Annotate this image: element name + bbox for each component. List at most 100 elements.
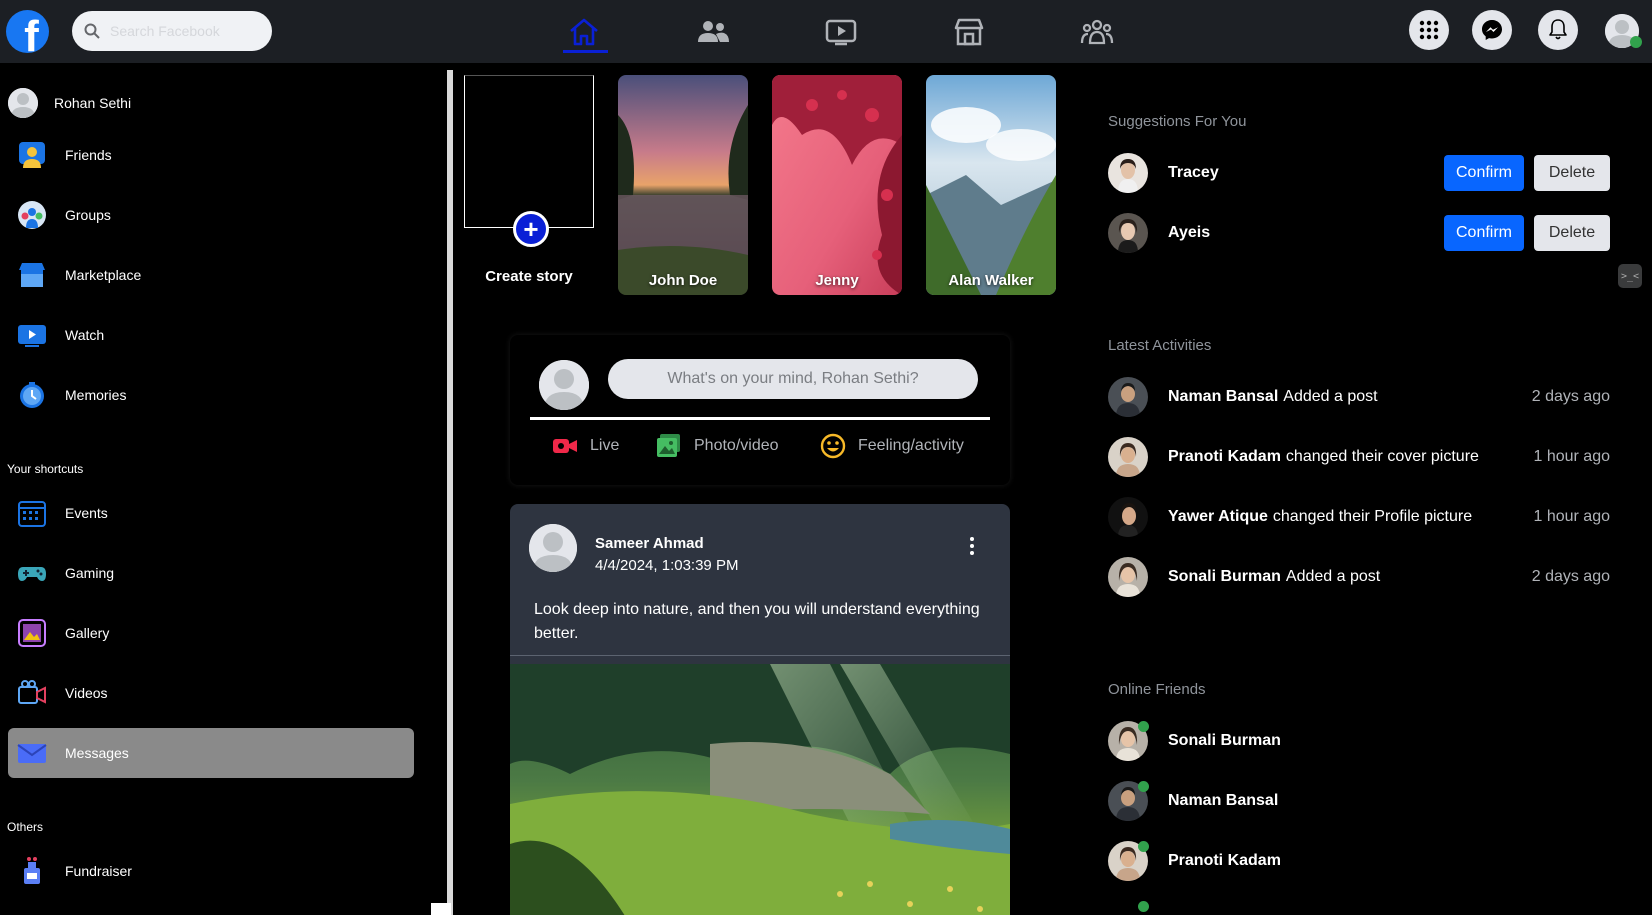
person-photo [1108,213,1148,253]
smiley-icon [820,433,846,459]
online-friend-row[interactable]: Naman Bansal [1108,781,1610,821]
post-author[interactable]: Sameer Ahmad [595,535,704,552]
sidebar-item-groups[interactable]: Groups [8,190,414,240]
sidebar-scrollbar-thumb[interactable] [431,903,451,915]
suggestion-name[interactable]: Tracey [1168,164,1219,182]
search-box[interactable] [72,11,272,51]
sidebar-item-watch[interactable]: Watch [8,310,414,360]
sidebar-item-messages[interactable]: Messages [8,728,414,778]
sidebar-item-gaming[interactable]: Gaming [8,548,414,598]
photo-video-button[interactable]: Photo/video [656,433,779,459]
photo-icon [657,434,680,457]
sidebar-scrollbar[interactable] [447,70,453,915]
confirm-button[interactable]: Confirm [1444,215,1524,251]
online-status-dot [1138,841,1149,852]
suggestions-heading: Suggestions For You [1108,113,1247,130]
messenger-button[interactable] [1472,10,1512,50]
activity-row[interactable]: Pranoti Kadam changed their cover pictur… [1108,437,1610,477]
avatar [1108,377,1148,417]
sidebar-item-label: Messages [65,745,129,761]
sidebar-item-marketplace[interactable]: Marketplace [8,250,414,300]
online-status-dot [1138,781,1149,792]
sidebar-item-events[interactable]: Events [8,488,414,538]
story-image [618,75,748,295]
action-label: Photo/video [694,437,779,454]
story-card[interactable]: Jenny [772,75,902,295]
story-author: Jenny [815,272,859,289]
activity-time: 2 days ago [1531,388,1610,405]
activity-row[interactable]: Sonali Burman Added a post 2 days ago [1108,557,1610,597]
search-icon [84,23,100,39]
sidebar-item-label: Groups [65,207,111,223]
feeling-activity-button[interactable]: Feeling/activity [820,433,964,459]
logo-letter: f [24,12,39,54]
sidebar-item-label: Gallery [65,625,110,641]
menu-button[interactable] [1409,10,1449,50]
sidebar-item-label: Fundraiser [65,863,132,879]
nav-marketplace[interactable] [949,14,989,50]
delete-button[interactable]: Delete [1534,215,1610,251]
groups-icon [1080,19,1114,45]
composer-divider [530,417,990,420]
live-video-button[interactable]: Live [552,433,619,459]
avatar [1108,557,1148,597]
search-input[interactable] [110,23,260,39]
gamepad-icon [16,557,48,589]
sidebar-item-label: Friends [65,147,112,163]
sidebar-item-label: Videos [65,685,108,701]
create-story-card[interactable]: + [464,75,594,295]
create-story-label: Create story [485,268,573,285]
story-card[interactable]: John Doe [618,75,748,295]
action-label: Live [590,437,620,454]
activity-row[interactable]: Yawer Atique changed their Profile pictu… [1108,497,1610,537]
post-timestamp: 4/4/2024, 1:03:39 PM [595,557,739,574]
sidebar-item-videos[interactable]: Videos [8,668,414,718]
story-author: John Doe [648,272,718,289]
video-camera-icon [16,677,48,709]
avatar[interactable] [1108,153,1148,193]
sidebar-item-label: Marketplace [65,267,142,283]
activity-name: Pranoti Kadam [1168,448,1281,465]
sidebar-item-memories[interactable]: Memories [8,370,414,420]
post-composer: What's on your mind, Rohan Sethi? Live P… [510,335,1010,485]
facebook-logo[interactable]: f [6,10,49,53]
avatar [1108,437,1148,477]
online-friend-row[interactable]: Sonali Burman [1108,721,1610,761]
nav-watch[interactable] [821,14,861,50]
online-friend-name: Sonali Burman [1168,732,1281,749]
default-avatar-icon [539,360,589,410]
live-video-icon [553,439,577,453]
nav-home[interactable] [564,14,604,50]
composer-input[interactable]: What's on your mind, Rohan Sethi? [608,359,978,399]
top-navigation-bar: f [0,0,1652,63]
person-photo [1108,497,1148,537]
more-options-icon[interactable] [962,534,982,558]
confirm-button[interactable]: Confirm [1444,155,1524,191]
floating-widget-icon[interactable]: >_< [1618,264,1642,288]
activity-row[interactable]: Naman Bansal Added a post 2 days ago [1108,377,1610,417]
notifications-button[interactable] [1538,10,1578,50]
sidebar-item-label: Gaming [65,565,115,581]
online-friend-row[interactable]: Pranoti Kadam [1108,841,1610,881]
watch-icon [825,19,857,46]
sidebar-item-friends[interactable]: Friends [8,130,414,180]
suggestion-name[interactable]: Ayeis [1168,224,1210,242]
watch-icon [16,319,48,351]
story-card[interactable]: Alan Walker [926,75,1056,295]
sidebar-item-fundraiser[interactable]: Fundraiser [8,846,414,896]
person-photo [1108,153,1148,193]
nav-groups[interactable] [1077,14,1117,50]
sidebar-item-gallery[interactable]: Gallery [8,608,414,658]
person-photo [1108,377,1148,417]
avatar [1108,497,1148,537]
post-text: Look deep into nature, and then you will… [534,601,980,642]
online-friend-name: Naman Bansal [1168,792,1279,809]
sidebar-profile[interactable]: Rohan Sethi [8,88,131,118]
avatar[interactable] [529,524,577,572]
activity-action: changed their Profile picture [1272,508,1473,525]
delete-button[interactable]: Delete [1534,155,1610,191]
post-divider [510,655,1010,656]
avatar[interactable] [1108,213,1148,253]
add-story-button[interactable]: + [513,211,549,247]
nav-friends[interactable] [693,14,733,50]
